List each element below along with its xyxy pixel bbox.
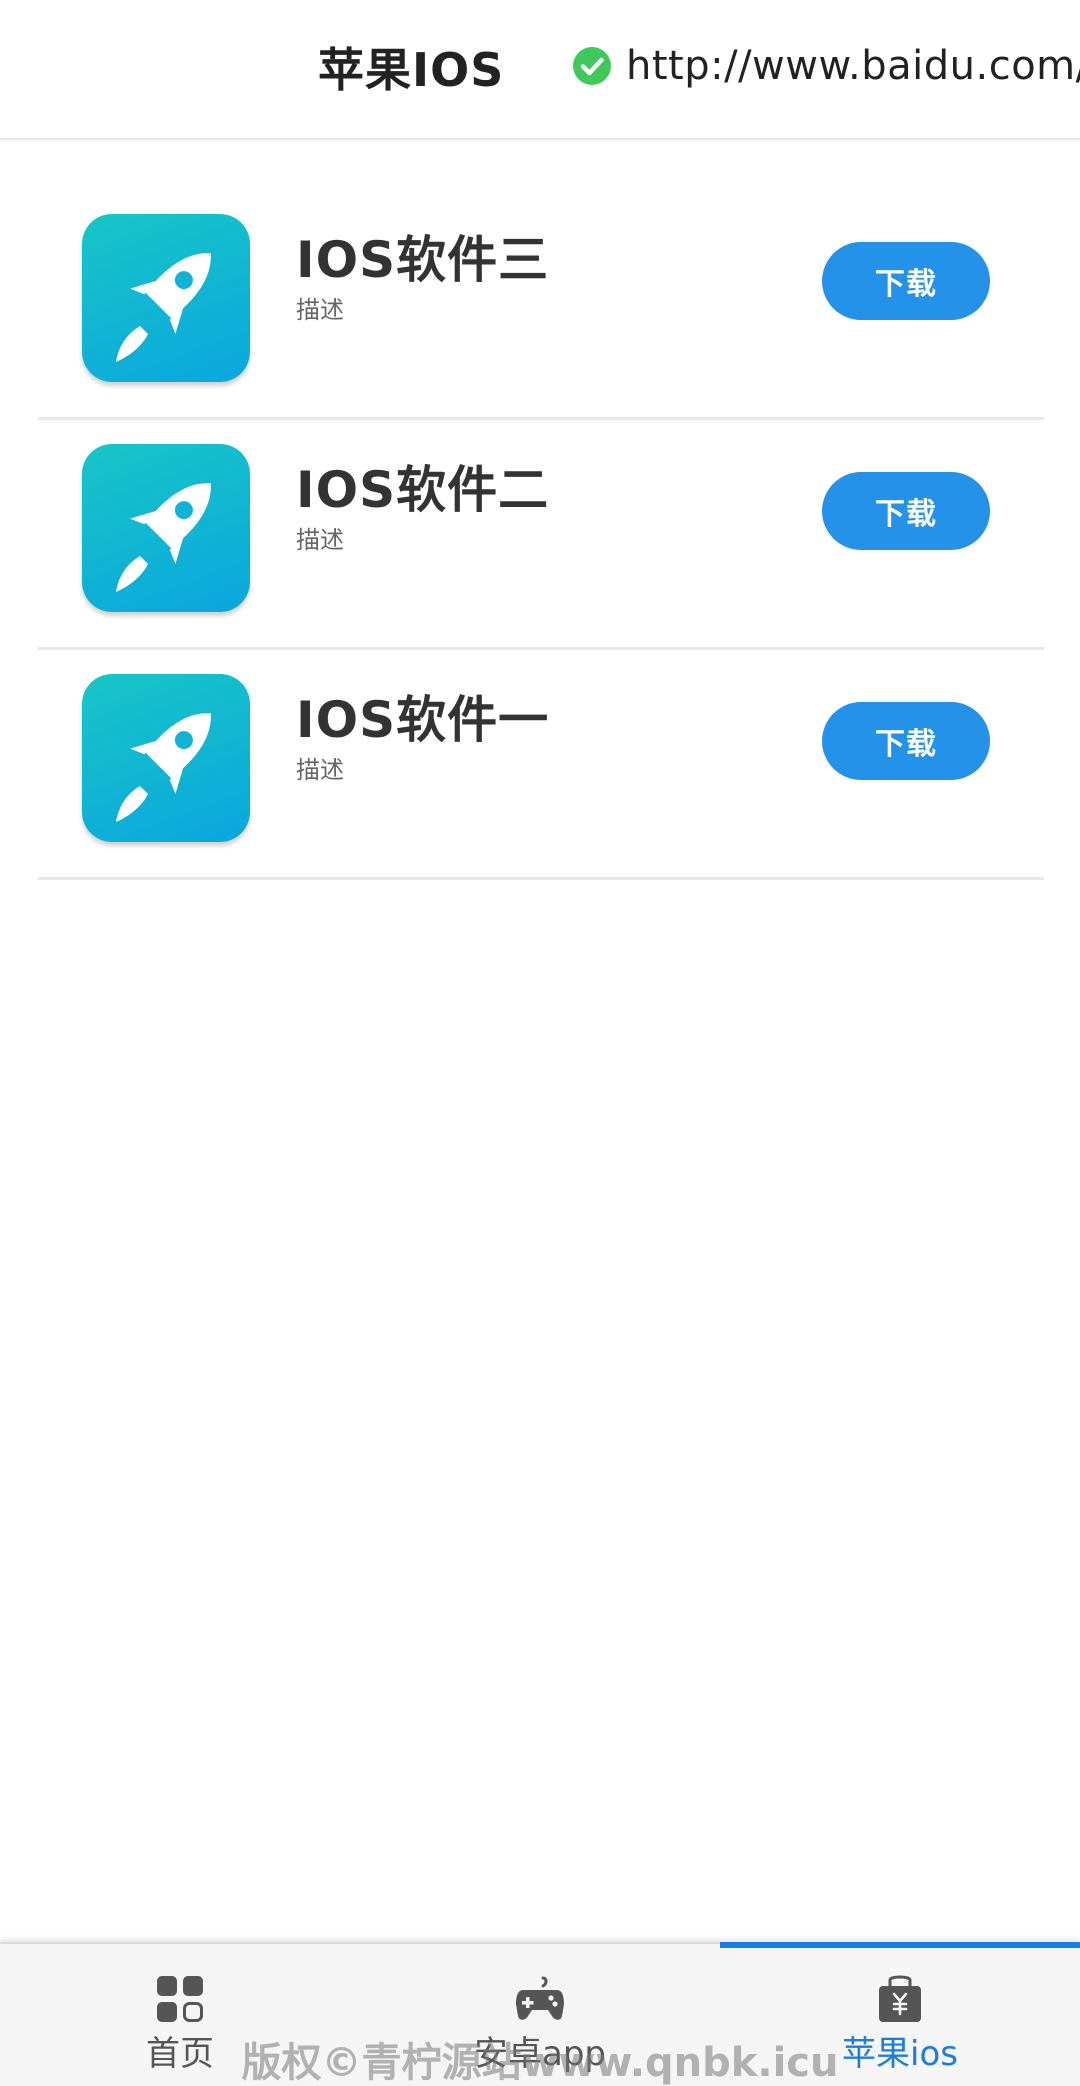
app-list-item[interactable]: IOS软件二 描述 下载 bbox=[38, 420, 1044, 650]
app-description: 描述 bbox=[296, 526, 344, 554]
verified-check-icon bbox=[573, 47, 611, 85]
app-description: 描述 bbox=[296, 756, 344, 784]
app-name: IOS软件二 bbox=[296, 461, 550, 519]
app-description: 描述 bbox=[296, 296, 344, 324]
download-button[interactable]: 下载 bbox=[822, 702, 990, 780]
app-list: IOS软件三 描述 下载 IOS软件二 描述 下载 IOS软件一 描述 下载 bbox=[38, 190, 1044, 880]
gamepad-icon bbox=[516, 1976, 564, 2020]
active-tab-indicator bbox=[720, 1942, 1080, 1948]
tab-label: 苹果ios bbox=[842, 2034, 958, 2074]
tab-home[interactable]: 首页 bbox=[0, 1944, 360, 2086]
rocket-icon[interactable] bbox=[82, 674, 250, 842]
download-button[interactable]: 下载 bbox=[822, 242, 990, 320]
app-name: IOS软件一 bbox=[296, 691, 550, 749]
page-title: 苹果IOS bbox=[318, 43, 505, 97]
grid-apps-icon bbox=[157, 1976, 203, 2022]
app-download-page: 苹果IOS http://www.baidu.com/ IOS软件三 描述 下载… bbox=[0, 0, 1080, 2086]
top-header: 苹果IOS http://www.baidu.com/ bbox=[0, 0, 1080, 140]
tab-android-app[interactable]: 安卓app bbox=[360, 1944, 720, 2086]
app-store-bag-icon bbox=[879, 1975, 921, 2022]
bottom-tab-bar: 首页 安卓app 苹果ios bbox=[0, 1942, 1080, 2086]
tab-label: 安卓app bbox=[474, 2034, 606, 2074]
download-button[interactable]: 下载 bbox=[822, 472, 990, 550]
app-name: IOS软件三 bbox=[296, 231, 550, 289]
site-url-link[interactable]: http://www.baidu.com/ bbox=[572, 38, 1080, 94]
app-list-item[interactable]: IOS软件一 描述 下载 bbox=[38, 650, 1044, 880]
site-url-text: http://www.baidu.com/ bbox=[626, 43, 1080, 89]
tab-label: 首页 bbox=[146, 2034, 214, 2074]
rocket-icon[interactable] bbox=[82, 444, 250, 612]
rocket-icon[interactable] bbox=[82, 214, 250, 382]
tab-apple-ios[interactable]: 苹果ios bbox=[720, 1942, 1080, 2086]
app-list-item[interactable]: IOS软件三 描述 下载 bbox=[38, 190, 1044, 420]
